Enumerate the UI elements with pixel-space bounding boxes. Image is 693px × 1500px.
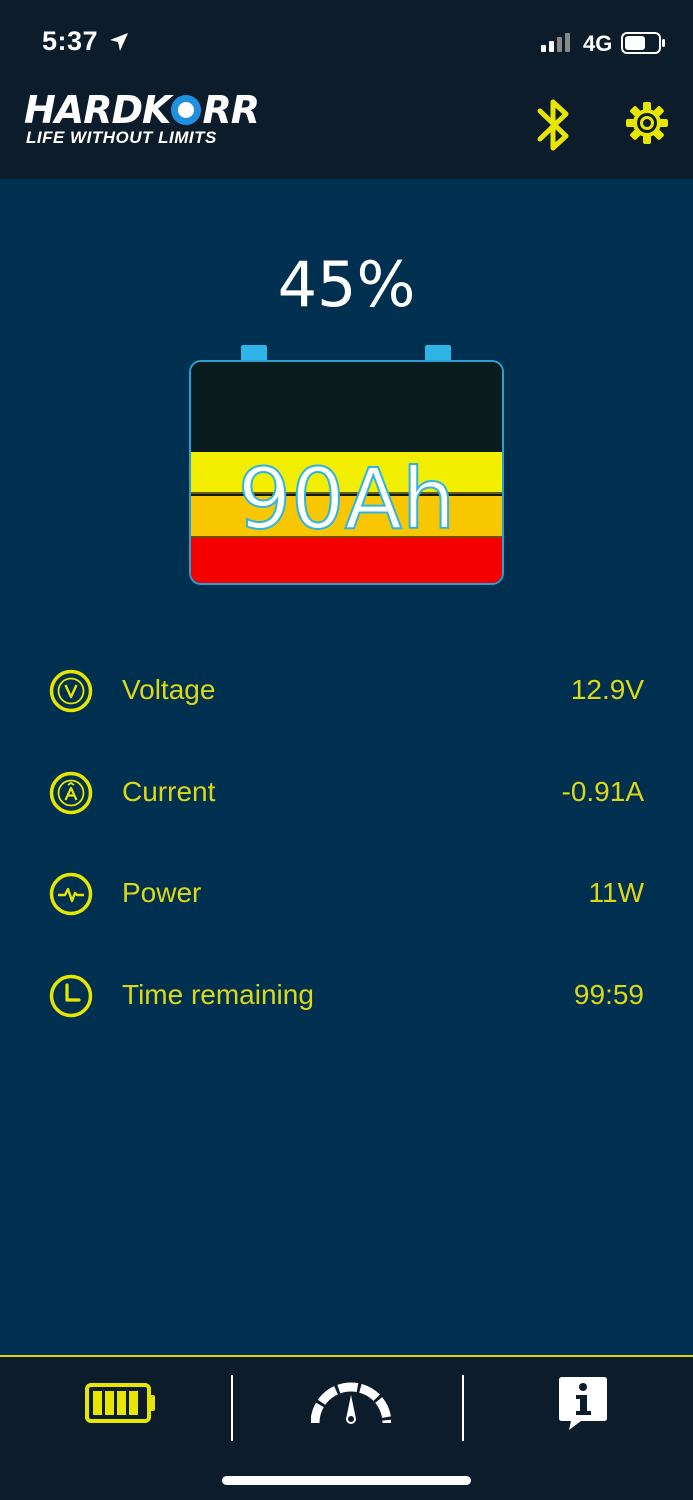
bluetooth-icon (537, 99, 569, 151)
battery-capacity: 90Ah (237, 449, 457, 549)
bluetooth-button[interactable] (534, 96, 574, 154)
gear-icon (626, 102, 668, 144)
logo-wordmark: HARDK RR (24, 88, 260, 132)
status-time: 5:37 (42, 26, 99, 56)
metric-label: Voltage (122, 674, 216, 705)
location-arrow-icon (110, 33, 128, 51)
logo-word-part-a: HARDK (24, 88, 171, 132)
voltage-icon (49, 669, 93, 713)
settings-button[interactable] (625, 101, 669, 145)
tab-info[interactable] (464, 1357, 693, 1457)
logo-word-part-b: RR (202, 88, 260, 132)
logo-tagline: LIFE WITHOUT LIMITS (26, 128, 217, 147)
charge-percent: 45% (277, 248, 416, 321)
home-indicator[interactable] (222, 1476, 471, 1485)
metric-label: Time remaining (122, 979, 314, 1010)
status-bar: 5:37 4G (0, 0, 693, 80)
metric-value: 11W (588, 877, 645, 908)
metric-label: Current (122, 776, 216, 807)
battery-level-empty (191, 362, 502, 452)
battery-body: 90Ah (189, 360, 504, 585)
status-battery-icon (621, 32, 665, 54)
info-icon (559, 1377, 607, 1430)
app-header: 5:37 4G HARDK RR LIFE WITHOUT LIMITS (0, 0, 693, 179)
tab-gauge[interactable] (233, 1357, 462, 1457)
metric-row-voltage: Voltage 12.9V (0, 662, 693, 722)
metric-value: -0.91A (561, 776, 645, 807)
battery-graphic: 90Ah (189, 345, 504, 585)
metric-value: 99:59 (573, 979, 644, 1010)
metric-value: 12.9V (570, 674, 644, 705)
clock-icon (49, 974, 93, 1018)
current-icon (49, 771, 93, 815)
logo-o-ring (171, 95, 202, 125)
power-icon (49, 872, 93, 916)
brand-logo: HARDK RR LIFE WITHOUT LIMITS (24, 88, 314, 150)
metric-row-time-remaining: Time remaining 99:59 (0, 967, 693, 1027)
network-type: 4G (583, 31, 613, 56)
battery-tab-icon (85, 1383, 155, 1423)
cellular-signal-icon (541, 33, 570, 52)
metric-row-current: Current -0.91A (0, 764, 693, 824)
tab-battery[interactable] (0, 1357, 231, 1457)
metric-label: Power (122, 877, 202, 908)
gauge-icon (311, 1382, 391, 1424)
metric-row-power: Power 11W (0, 865, 693, 925)
